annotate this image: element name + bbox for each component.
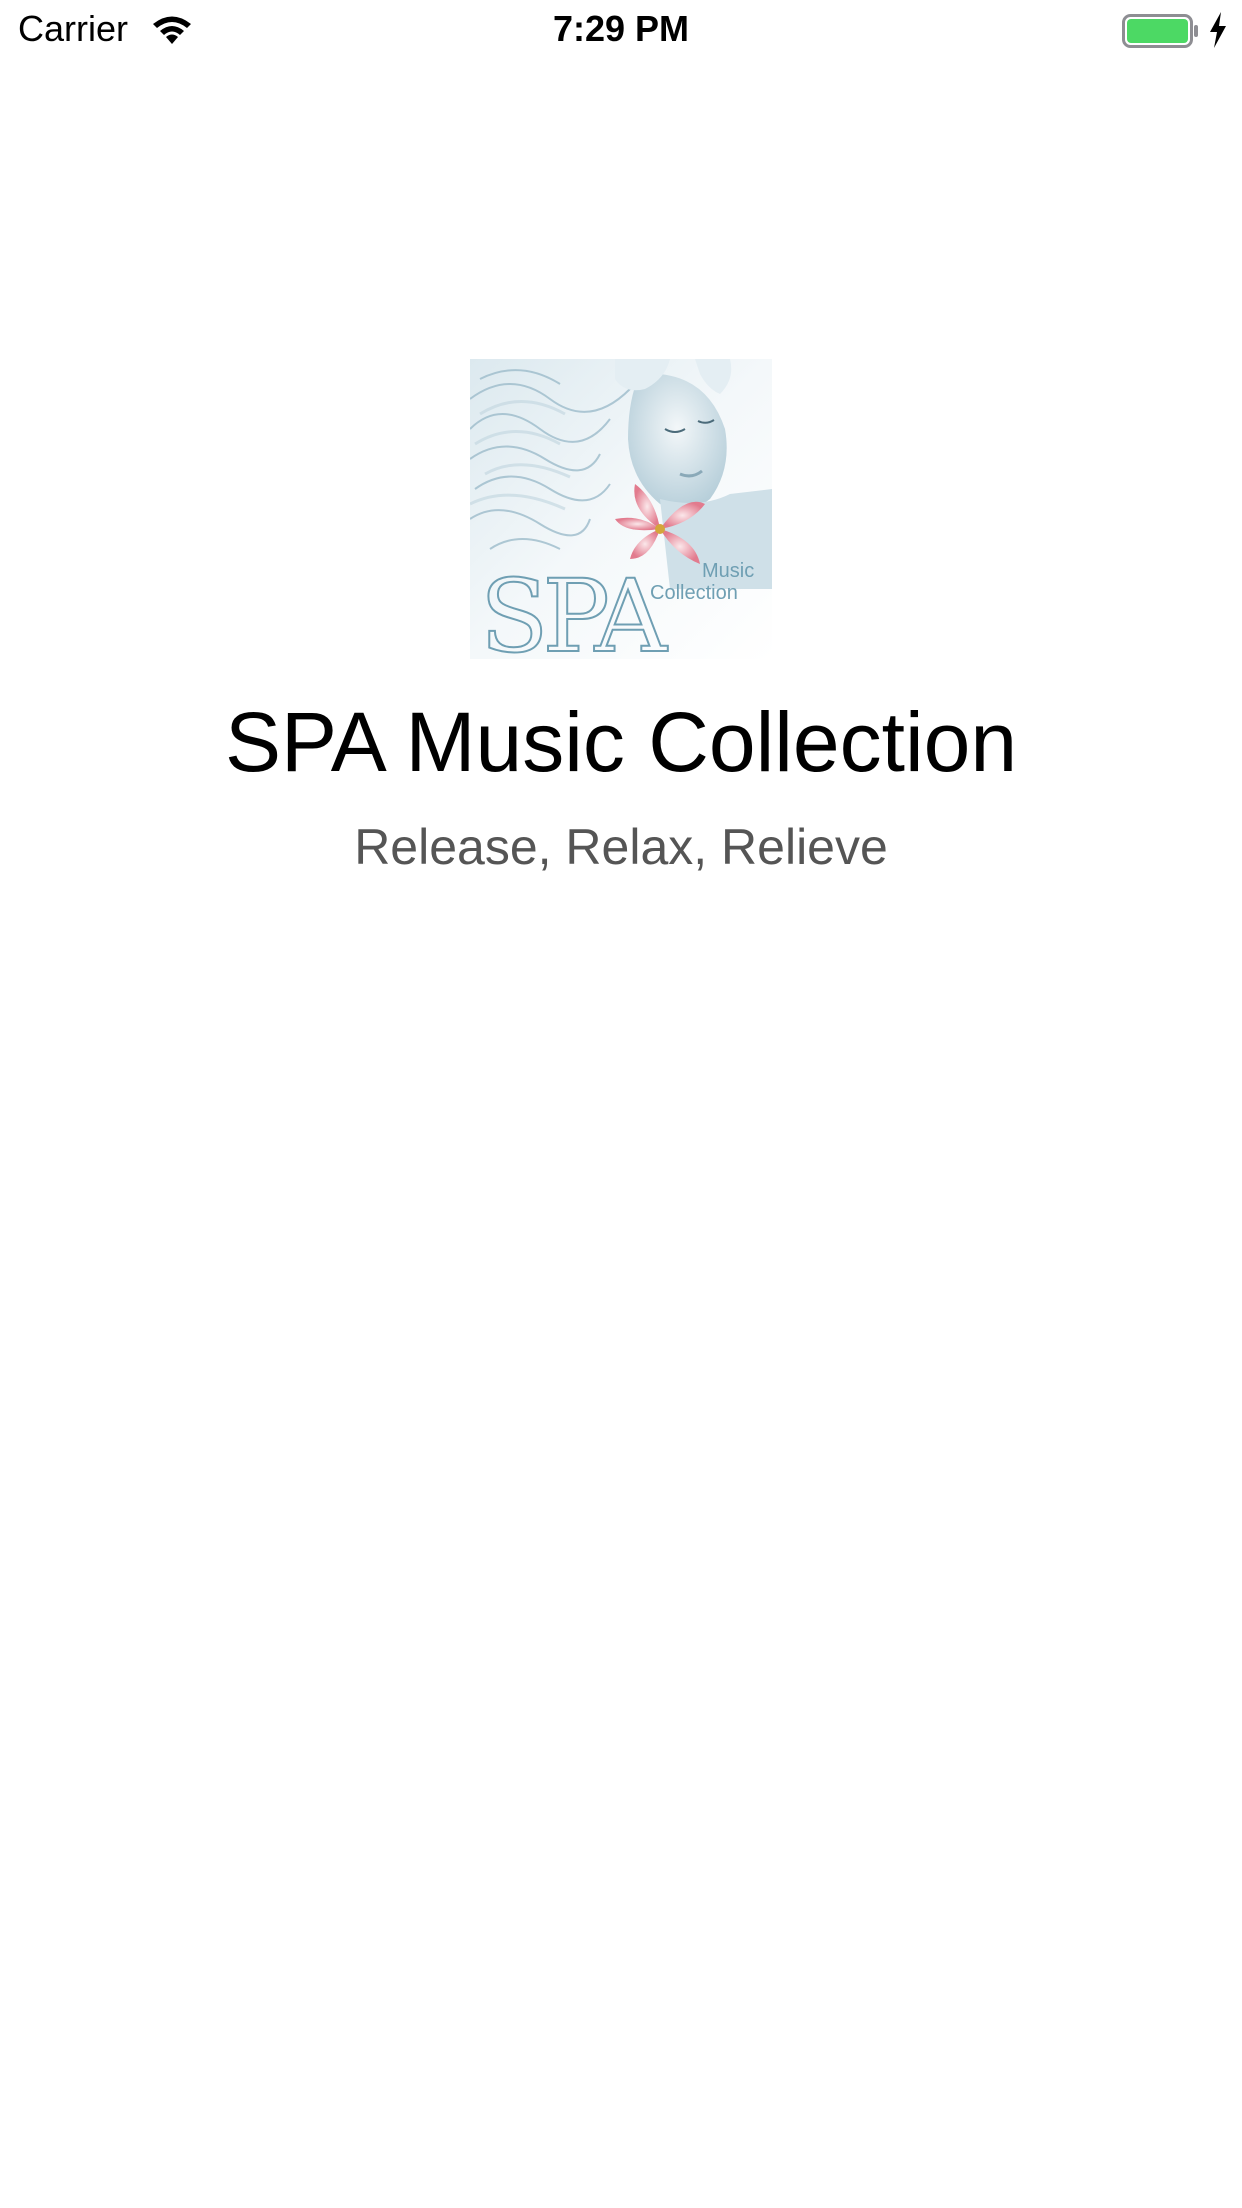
- album-art-logo-subtext-1: Music: [702, 560, 754, 582]
- splash-screen: Carrier 7:29 PM SPA Music Collection SPA…: [0, 0, 1242, 2208]
- album-art-image: SPA Music Collection: [470, 359, 772, 659]
- status-time: 7:29 PM: [552, 8, 690, 49]
- battery-fill: [1127, 19, 1188, 43]
- battery-icon: [1122, 14, 1198, 48]
- app-subtitle: Release, Relax, Relieve: [354, 819, 888, 875]
- app-title: SPA Music Collection: [224, 695, 1018, 789]
- status-bar: Carrier 7:29 PM: [0, 0, 1242, 60]
- album-art-logo-text: SPA: [480, 558, 669, 659]
- charging-bolt-icon: [1210, 12, 1226, 48]
- album-art-logo-subtext-2: Collection: [650, 582, 738, 604]
